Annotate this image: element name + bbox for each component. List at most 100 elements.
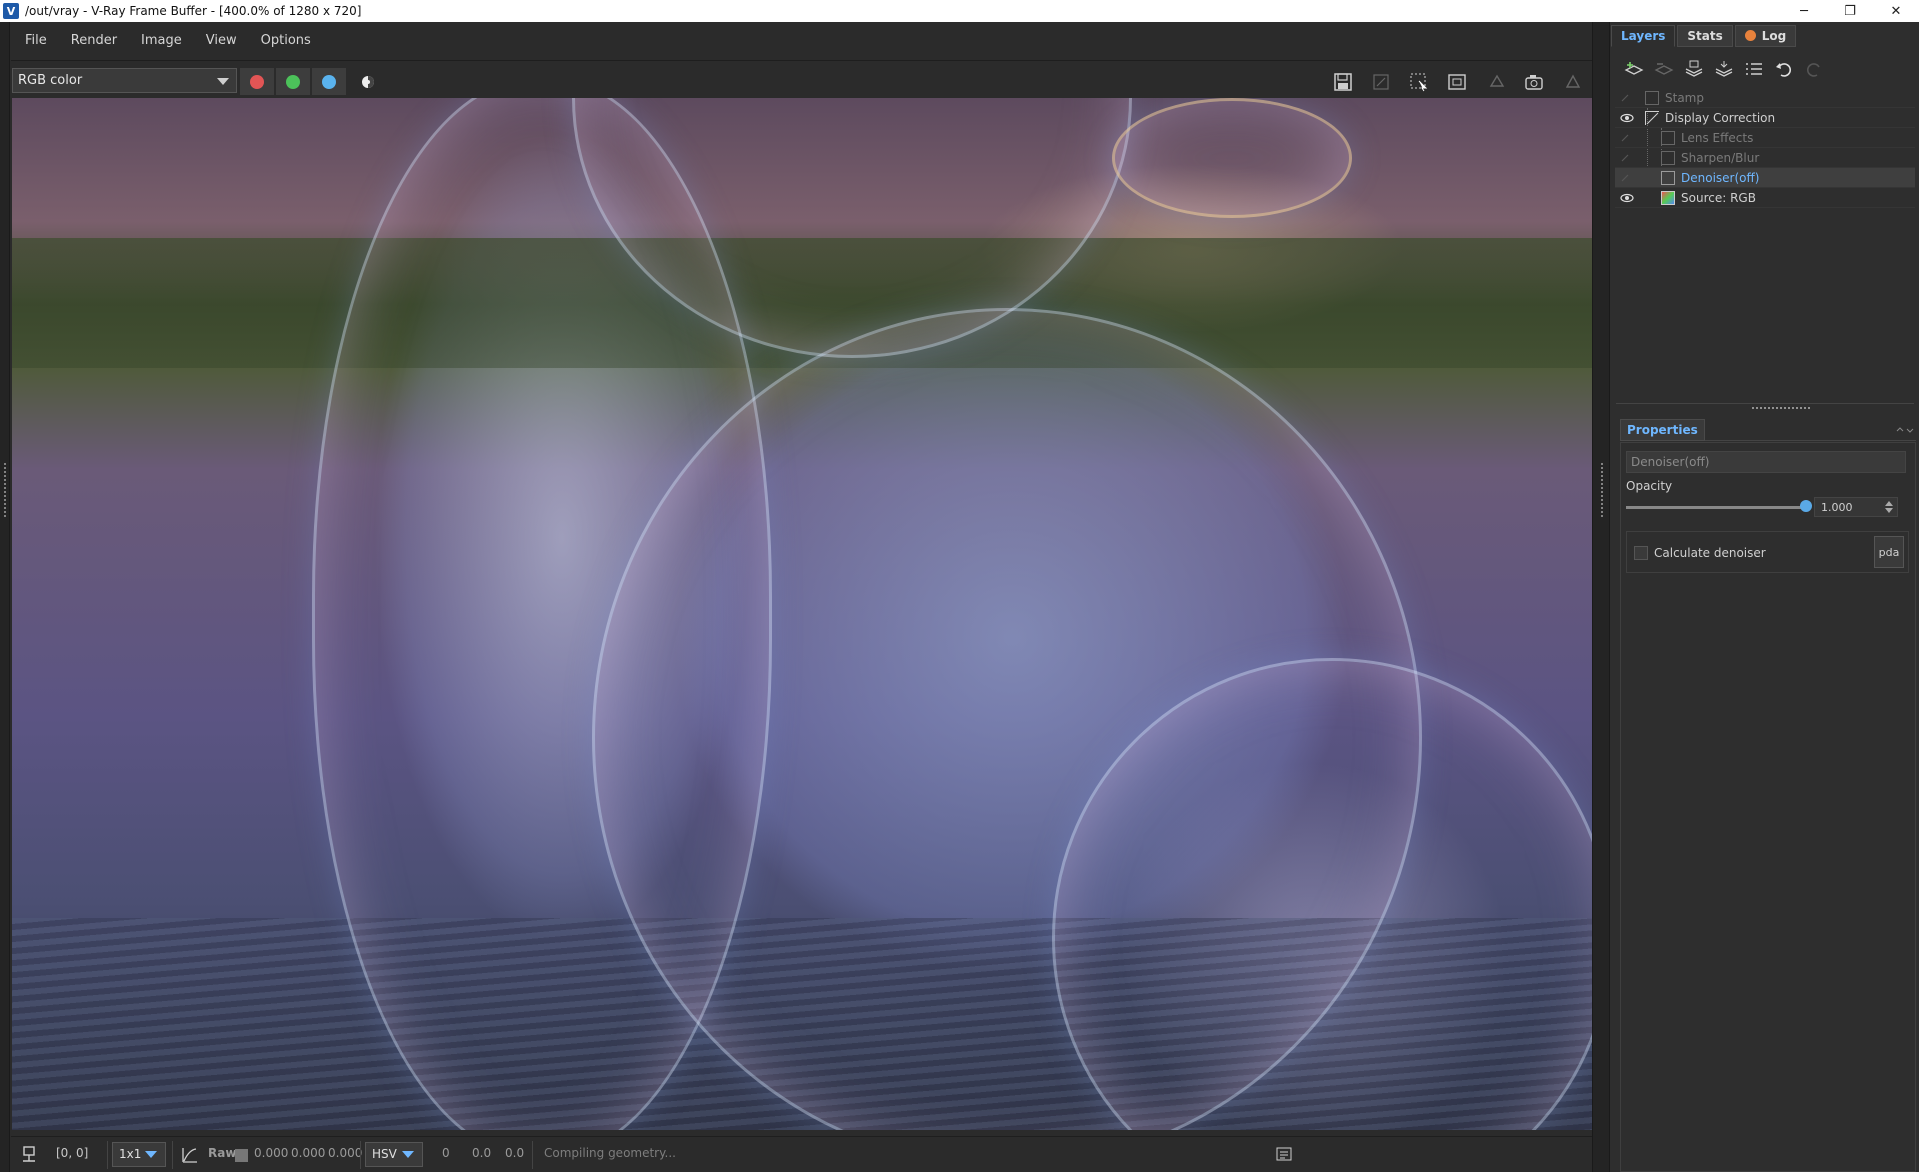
layer-icon [1661, 151, 1675, 165]
tab-log-label: Log [1761, 29, 1787, 43]
mono-icon [362, 75, 374, 88]
minimize-button[interactable]: ─ [1781, 0, 1827, 22]
raw-color-swatch [235, 1149, 248, 1162]
eye-icon[interactable] [1619, 111, 1635, 125]
chevron-down-icon [402, 1151, 414, 1158]
chevron-down-icon [217, 78, 229, 85]
left-splitter[interactable] [0, 22, 10, 1172]
hue-value: 0 [442, 1146, 450, 1160]
blue-value: 0.000 [328, 1146, 363, 1160]
remove-layer-button[interactable] [1650, 56, 1678, 82]
render-camera-icon [1525, 75, 1543, 90]
layer-row-selected[interactable]: Denoiser(off) [1615, 168, 1915, 188]
menu-view[interactable]: View [206, 33, 237, 48]
curve-layer-icon [1645, 111, 1659, 125]
status-bar: [0, 0] 1x1 Raw 0.000 0.000 0.000 HSV 0 0… [11, 1136, 1603, 1172]
vray-app-icon: V [3, 3, 19, 19]
restore-button[interactable]: ❐ [1827, 0, 1873, 22]
opacity-slider[interactable] [1626, 506, 1806, 509]
track-mouse-button[interactable] [1441, 68, 1473, 96]
saturation-value: 0.0 [472, 1146, 492, 1160]
layer-label: Source: RGB [1681, 191, 1756, 205]
status-divider [107, 1141, 108, 1169]
status-divider [532, 1141, 533, 1169]
save-image-button[interactable] [1327, 68, 1359, 96]
layer-presets-button[interactable] [1740, 56, 1768, 82]
layer-row[interactable]: Stamp [1615, 88, 1915, 108]
sample-size-select[interactable]: 1x1 [112, 1142, 166, 1167]
color-mode-select[interactable]: HSV [365, 1142, 423, 1167]
add-layer-button[interactable] [1620, 56, 1648, 82]
spin-up-icon[interactable] [1885, 501, 1893, 506]
layer-row[interactable]: Source: RGB [1615, 188, 1915, 208]
properties-header: Properties [1620, 419, 1916, 441]
red-channel-button[interactable] [240, 68, 274, 95]
redo-icon [1806, 63, 1820, 77]
tab-layers[interactable]: Layers [1611, 25, 1676, 47]
layer-label: Denoiser(off) [1681, 171, 1760, 185]
layer-row[interactable]: Lens Effects [1615, 128, 1915, 148]
menu-render[interactable]: Render [71, 33, 117, 48]
layer-name-field[interactable]: Denoiser(off) [1626, 451, 1906, 473]
menu-options[interactable]: Options [261, 33, 311, 48]
calculate-denoiser-label: Calculate denoiser [1654, 546, 1766, 560]
spin-down-icon[interactable] [1885, 508, 1893, 513]
menu-file[interactable]: File [25, 33, 47, 48]
region-render-button[interactable] [1403, 68, 1435, 96]
layer-icon [1661, 131, 1675, 145]
hidden-eye-icon[interactable] [1619, 171, 1635, 185]
log-toggle-icon[interactable] [1276, 1147, 1292, 1161]
redo-button[interactable] [1800, 56, 1828, 82]
blue-channel-button[interactable] [312, 68, 346, 95]
load-layers-button[interactable] [1710, 56, 1738, 82]
panel-options-icon[interactable] [1894, 425, 1916, 435]
splitter-grip-icon [3, 462, 7, 518]
hidden-eye-icon[interactable] [1619, 151, 1635, 165]
splitter-grip-icon [1600, 462, 1604, 518]
clear-image-button[interactable] [1365, 68, 1397, 96]
toolbar: RGB color [11, 60, 1603, 100]
color-mode-value: HSV [372, 1147, 397, 1161]
undo-button[interactable] [1770, 56, 1798, 82]
panel-splitter[interactable] [1616, 403, 1914, 410]
region-render-icon [1410, 73, 1428, 92]
blue-dot-icon [322, 74, 336, 89]
curve-icon[interactable] [181, 1146, 199, 1164]
tab-layers-label: Layers [1621, 29, 1666, 43]
opacity-slider-handle[interactable] [1800, 500, 1812, 512]
calculate-denoiser-checkbox[interactable] [1634, 546, 1648, 560]
mono-mode-button[interactable] [351, 68, 385, 95]
save-layers-button[interactable] [1680, 56, 1708, 82]
tab-log[interactable]: Log [1734, 25, 1797, 47]
close-button[interactable]: ✕ [1873, 0, 1919, 22]
menu-bar: File Render Image View Options [11, 22, 1603, 58]
chevron-down-icon [145, 1151, 157, 1158]
panel-tabs: Layers Stats Log [1611, 25, 1798, 47]
layer-label: Display Correction [1665, 111, 1776, 125]
layer-row[interactable]: Display Correction [1615, 108, 1915, 128]
eye-icon[interactable] [1619, 191, 1635, 205]
layer-row[interactable]: Sharpen/Blur [1615, 148, 1915, 168]
render-camera-button[interactable] [1519, 68, 1551, 96]
layer-label: Stamp [1665, 91, 1704, 105]
tab-stats-label: Stats [1687, 29, 1723, 43]
hidden-eye-icon[interactable] [1619, 131, 1635, 145]
layer-toolbar [1610, 54, 1919, 84]
right-splitter[interactable] [1592, 22, 1610, 1172]
render-interactive-button[interactable] [1481, 68, 1513, 96]
opacity-spinbox[interactable]: 1.000 [1814, 497, 1898, 517]
tab-stats[interactable]: Stats [1677, 25, 1733, 47]
green-channel-button[interactable] [276, 68, 310, 95]
hidden-eye-icon[interactable] [1619, 91, 1635, 105]
add-layer-icon [1624, 62, 1644, 75]
undo-icon [1776, 63, 1792, 77]
render-image-viewport[interactable] [12, 98, 1592, 1130]
menu-image[interactable]: Image [141, 33, 182, 48]
tab-properties[interactable]: Properties [1620, 419, 1705, 441]
layer-label: Sharpen/Blur [1681, 151, 1760, 165]
stop-render-button[interactable] [1557, 68, 1589, 96]
channel-select[interactable]: RGB color [12, 68, 237, 93]
update-denoiser-button[interactable]: pda [1874, 536, 1904, 568]
pin-coords-icon[interactable] [21, 1145, 39, 1163]
opacity-label: Opacity [1626, 479, 1673, 493]
